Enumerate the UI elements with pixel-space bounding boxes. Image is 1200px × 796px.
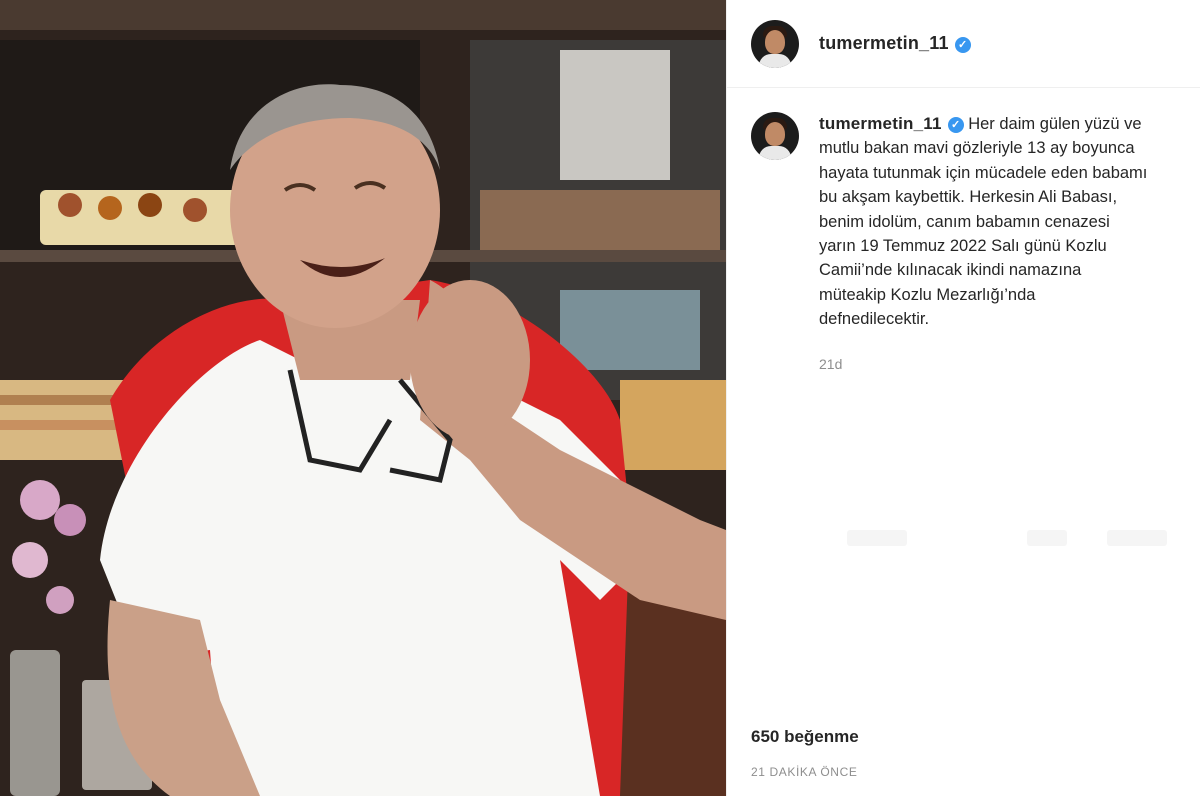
blurred-placeholder: [847, 530, 907, 546]
caption-age[interactable]: 21d: [819, 352, 1149, 376]
caption-username[interactable]: tumermetin_11: [819, 114, 942, 133]
post-timestamp[interactable]: 21 DAKİKA ÖNCE: [751, 765, 857, 779]
caption-text: Her daim gülen yüzü ve mutlu bakan mavi …: [819, 115, 1148, 329]
caption-avatar[interactable]: [751, 112, 799, 160]
verified-badge-icon: ✓: [947, 117, 964, 133]
profile-avatar[interactable]: [751, 19, 799, 68]
verified-badge-icon: ✓: [954, 37, 971, 53]
likes-count[interactable]: 650 beğenme: [751, 727, 859, 747]
blurred-placeholder: [1027, 530, 1067, 546]
header-username[interactable]: tumermetin_11 ✓: [819, 33, 971, 54]
blurred-placeholder: [1107, 530, 1167, 546]
post-header: tumermetin_11 ✓: [727, 0, 1200, 88]
caption-body: tumermetin_11 ✓ Her daim gülen yüzü ve mu…: [819, 112, 1149, 376]
header-username-text[interactable]: tumermetin_11: [819, 33, 949, 53]
post-side-panel: tumermetin_11 ✓ tumermetin_11 ✓ Her daim g…: [726, 0, 1200, 796]
post-photo[interactable]: [0, 0, 726, 796]
caption-comment: tumermetin_11 ✓ Her daim gülen yüzü ve mu…: [727, 88, 1200, 376]
instagram-post: tumermetin_11 ✓ tumermetin_11 ✓ Her daim g…: [0, 0, 1200, 796]
photo-illustration: [0, 0, 726, 796]
